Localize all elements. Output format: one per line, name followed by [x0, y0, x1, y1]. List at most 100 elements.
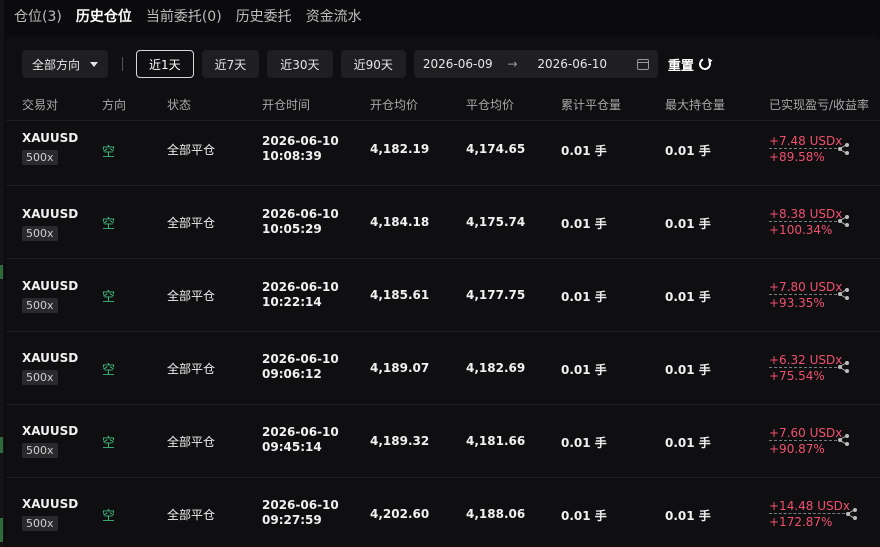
tab-fund-flow[interactable]: 资金流水 — [306, 0, 362, 34]
row-roi: +75.54% — [769, 369, 825, 383]
row-leverage: 500x — [22, 298, 58, 313]
table-row[interactable]: XAUUSD 500x 空 全部平仓 2026-06-10 10:05:29 4… — [6, 185, 880, 258]
chevron-down-icon — [90, 61, 98, 67]
row-status: 全部平仓 — [167, 216, 216, 230]
range-90d-button[interactable]: 近90天 — [340, 50, 406, 78]
row-time: 10:08:39 — [262, 149, 322, 163]
reset-button[interactable]: 重置 — [667, 55, 713, 74]
row-closed-qty: 0.01 手 — [561, 436, 607, 450]
share-icon[interactable] — [838, 288, 850, 300]
row-symbol: XAUUSD — [22, 497, 79, 511]
edge-mark — [0, 265, 3, 279]
table-row[interactable]: XAUUSD 500x 空 全部平仓 2026-06-10 10:08:39 4… — [6, 120, 880, 185]
row-pnl: +8.38 USDx — [769, 207, 843, 222]
table-row[interactable]: XAUUSD 500x 空 全部平仓 2026-06-10 10:22:14 4… — [6, 258, 880, 331]
row-roi: +93.35% — [769, 296, 825, 310]
row-time: 09:45:14 — [262, 440, 322, 454]
row-symbol: XAUUSD — [22, 424, 79, 438]
row-leverage: 500x — [22, 370, 58, 385]
reset-label: 重置 — [667, 58, 694, 74]
row-date: 2026-06-10 — [262, 498, 339, 512]
table-body: XAUUSD 500x 空 全部平仓 2026-06-10 10:08:39 4… — [6, 120, 880, 547]
share-icon[interactable] — [838, 215, 850, 227]
table-header: 交易对 方向 状态 开仓时间 开仓均价 平仓均价 累计平仓量 最大持仓量 已实现… — [6, 96, 880, 118]
row-direction: 空 — [102, 363, 116, 378]
col-close-price: 平仓均价 — [466, 98, 515, 112]
col-direction: 方向 — [102, 98, 127, 112]
row-status: 全部平仓 — [167, 143, 216, 157]
history-panel: 全部方向 近1天 近7天 近30天 近90天 2026-06-09 → 2026… — [6, 36, 880, 547]
row-direction: 空 — [102, 145, 116, 160]
row-direction: 空 — [102, 290, 116, 305]
row-open-price: 4,184.18 — [370, 215, 430, 229]
row-roi: +100.34% — [769, 223, 833, 237]
row-time: 10:05:29 — [262, 222, 322, 236]
row-date: 2026-06-10 — [262, 352, 339, 366]
refresh-icon — [697, 56, 713, 72]
row-direction: 空 — [102, 436, 116, 451]
share-icon[interactable] — [838, 361, 850, 373]
range-7d-button[interactable]: 近7天 — [201, 50, 260, 78]
row-close-price: 4,177.75 — [466, 288, 526, 302]
row-status: 全部平仓 — [167, 508, 216, 522]
row-close-price: 4,175.74 — [466, 215, 526, 229]
row-max-qty: 0.01 手 — [665, 217, 711, 231]
row-max-qty: 0.01 手 — [665, 290, 711, 304]
row-roi: +90.87% — [769, 442, 825, 456]
row-symbol: XAUUSD — [22, 351, 79, 365]
row-direction: 空 — [102, 217, 116, 232]
tab-position-history[interactable]: 历史仓位 — [76, 0, 132, 34]
row-closed-qty: 0.01 手 — [561, 290, 607, 304]
row-status: 全部平仓 — [167, 289, 216, 303]
table-row[interactable]: XAUUSD 500x 空 全部平仓 2026-06-10 09:45:14 4… — [6, 404, 880, 477]
row-closed-qty: 0.01 手 — [561, 217, 607, 231]
row-roi: +172.87% — [769, 515, 833, 529]
table-row[interactable]: XAUUSD 500x 空 全部平仓 2026-06-10 09:27:59 4… — [6, 477, 880, 547]
left-edge-strip — [0, 0, 4, 547]
row-pnl: +14.48 USDx — [769, 499, 850, 514]
row-max-qty: 0.01 手 — [665, 509, 711, 523]
share-icon[interactable] — [846, 508, 858, 520]
row-date: 2026-06-10 — [262, 280, 339, 294]
row-roi: +89.58% — [769, 150, 825, 164]
col-open-time: 开仓时间 — [262, 98, 311, 112]
share-icon[interactable] — [838, 143, 850, 155]
col-pnl: 已实现盈亏/收益率 — [769, 98, 870, 112]
row-symbol: XAUUSD — [22, 131, 79, 145]
row-open-price: 4,185.61 — [370, 288, 430, 302]
row-pnl: +7.60 USDx — [769, 426, 843, 441]
range-1d-button[interactable]: 近1天 — [136, 50, 194, 78]
tab-order-history[interactable]: 历史委托 — [236, 0, 292, 34]
row-leverage: 500x — [22, 150, 58, 165]
tab-positions[interactable]: 仓位(3) — [14, 0, 62, 34]
row-closed-qty: 0.01 手 — [561, 363, 607, 377]
row-leverage: 500x — [22, 226, 58, 241]
row-leverage: 500x — [22, 443, 58, 458]
row-pnl: +7.48 USDx — [769, 134, 843, 149]
edge-mark — [0, 518, 3, 542]
calendar-icon[interactable] — [636, 58, 649, 70]
col-open-price: 开仓均价 — [370, 98, 419, 112]
direction-dropdown[interactable]: 全部方向 — [22, 50, 108, 78]
filter-bar: 全部方向 近1天 近7天 近30天 近90天 2026-06-09 → 2026… — [22, 50, 713, 78]
row-open-price: 4,182.19 — [370, 142, 430, 156]
row-time: 09:27:59 — [262, 513, 322, 527]
row-closed-qty: 0.01 手 — [561, 509, 607, 523]
arrow-right-icon: → — [507, 57, 518, 71]
row-open-price: 4,189.07 — [370, 361, 430, 375]
tab-open-orders[interactable]: 当前委托(0) — [146, 0, 222, 34]
date-to-field[interactable]: 2026-06-10 — [537, 57, 637, 71]
row-open-price: 4,202.60 — [370, 507, 430, 521]
filter-divider — [122, 57, 123, 71]
row-time: 09:06:12 — [262, 367, 322, 381]
row-close-price: 4,188.06 — [466, 507, 526, 521]
share-icon[interactable] — [838, 434, 850, 446]
date-range-picker[interactable]: 2026-06-09 → 2026-06-10 — [413, 50, 658, 78]
range-30d-button[interactable]: 近30天 — [267, 50, 333, 78]
date-from-field[interactable]: 2026-06-09 — [423, 57, 508, 71]
row-close-price: 4,181.66 — [466, 434, 526, 448]
row-time: 10:22:14 — [262, 295, 322, 309]
table-row[interactable]: XAUUSD 500x 空 全部平仓 2026-06-10 09:06:12 4… — [6, 331, 880, 404]
row-direction: 空 — [102, 509, 116, 524]
col-closed-qty: 累计平仓量 — [561, 98, 622, 112]
